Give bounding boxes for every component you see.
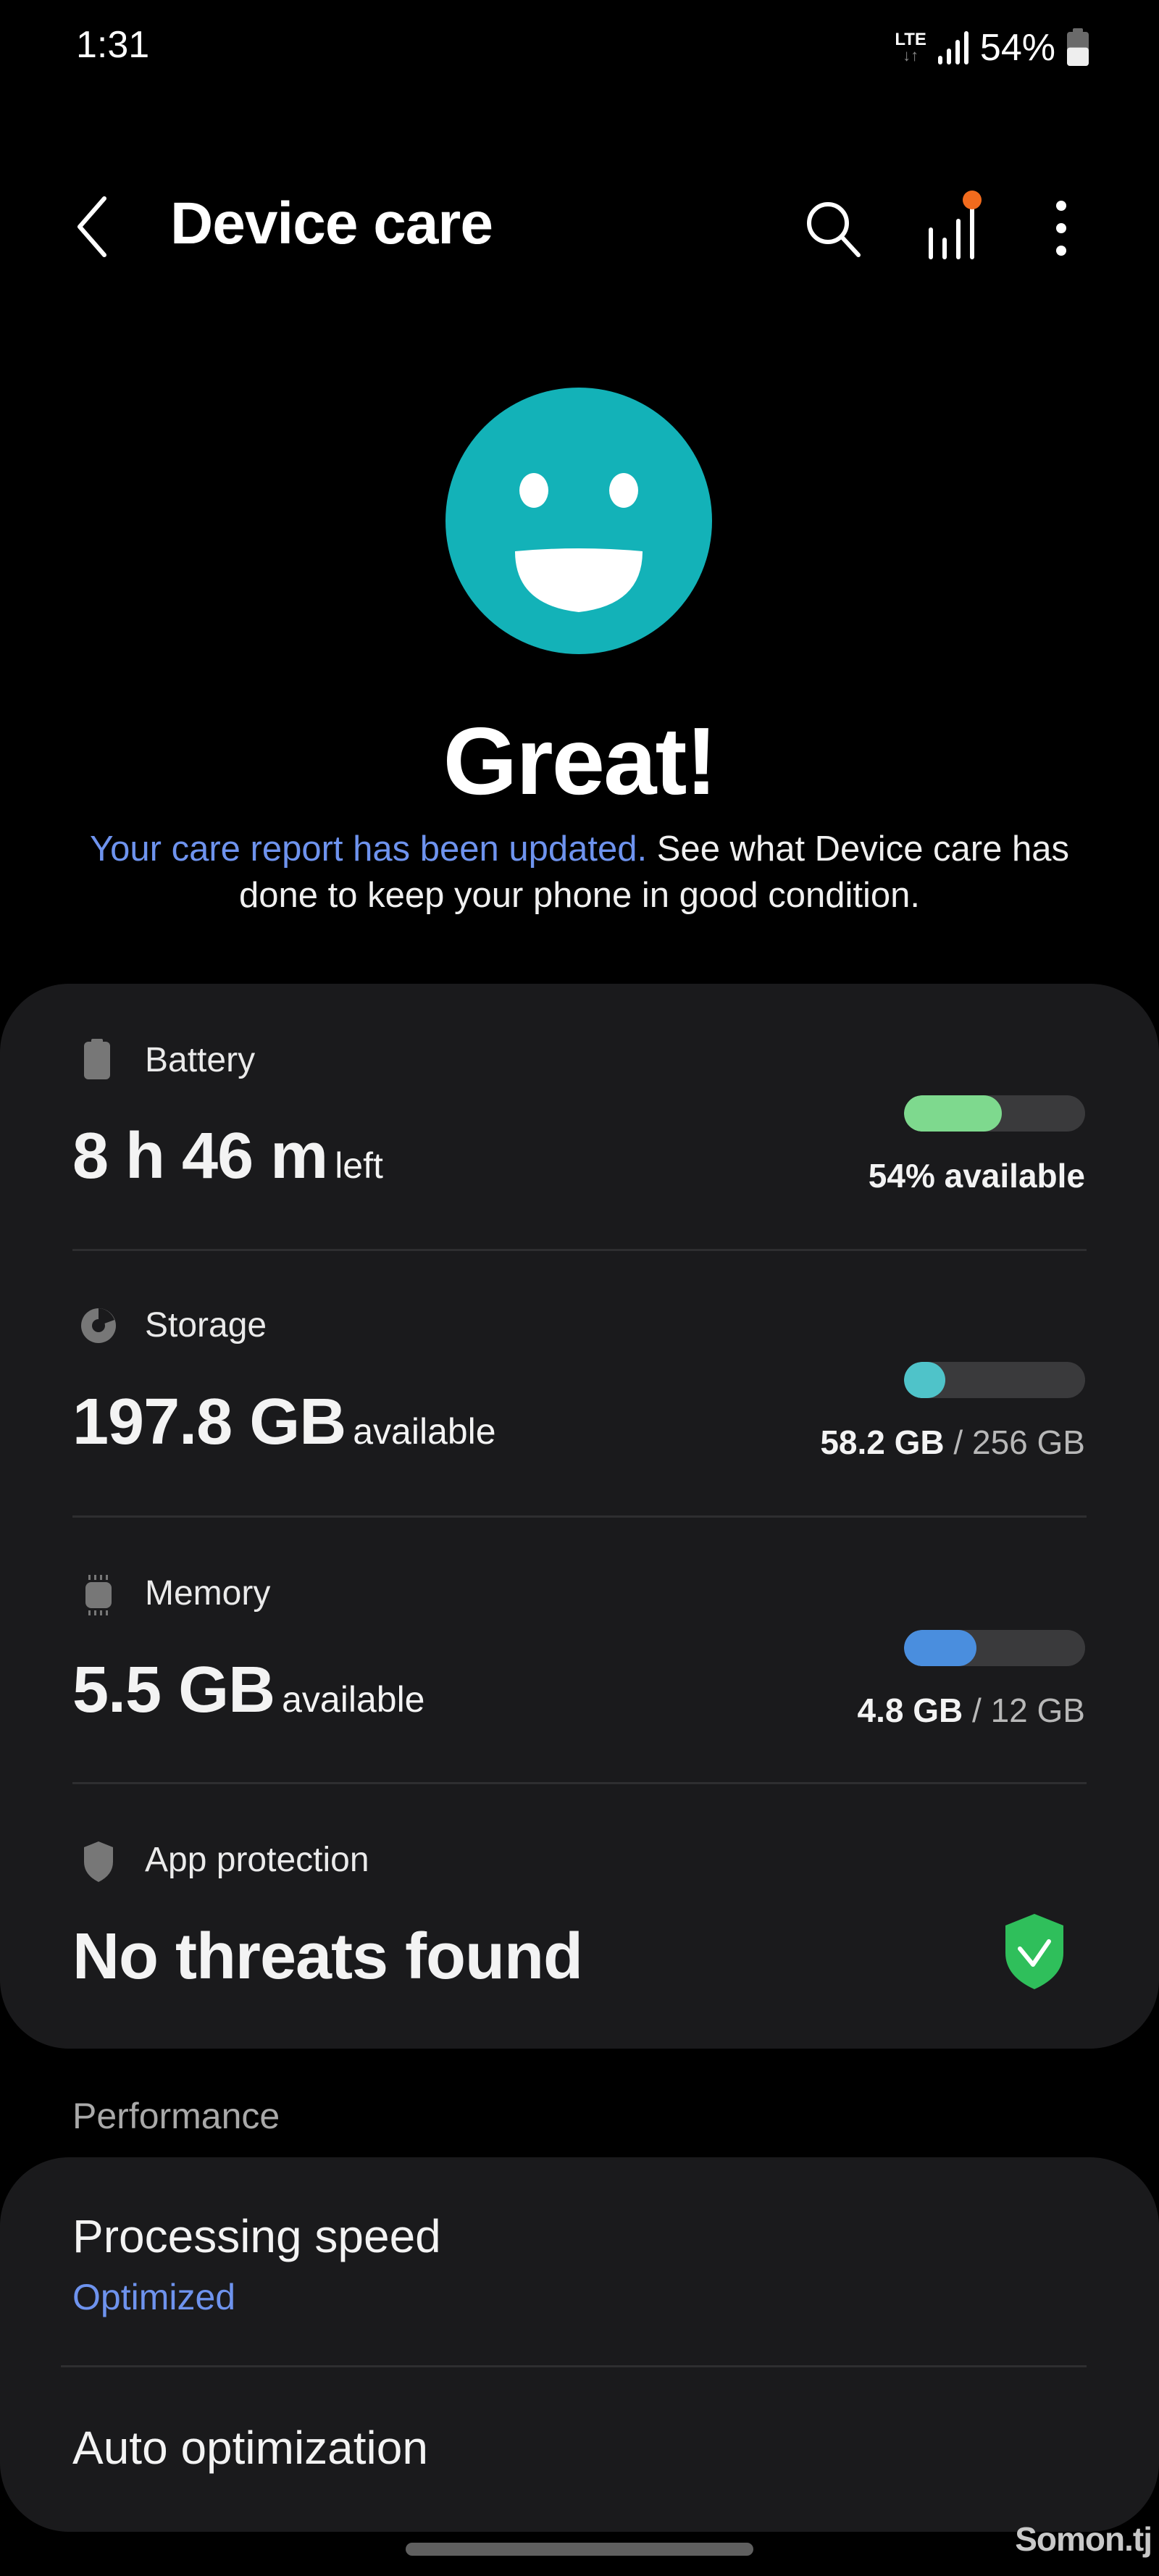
memory-usage-bar (904, 1630, 1085, 1666)
battery-available: 54% available (868, 1157, 1085, 1195)
storage-caption: 58.2 GB / 256 GB (820, 1423, 1085, 1462)
back-chevron-icon[interactable] (72, 194, 116, 259)
battery-unit: left (335, 1145, 383, 1186)
battery-label: Battery (145, 1041, 256, 1079)
battery-percent: 54% (979, 27, 1055, 69)
app-protection-status: No threats found (72, 1920, 583, 1993)
lte-icon: LTE ↓↑ (895, 30, 926, 64)
battery-icon (1067, 28, 1089, 66)
notification-badge (963, 191, 982, 209)
storage-total: 256 GB (972, 1423, 1085, 1461)
memory-usage-fill (904, 1630, 976, 1666)
memory-caption: 4.8 GB / 12 GB (858, 1691, 1086, 1730)
storage-pie-icon (81, 1308, 116, 1343)
page-title: Device care (170, 191, 493, 256)
memory-unit: available (282, 1679, 425, 1720)
more-vertical-icon[interactable] (1043, 196, 1079, 261)
storage-label: Storage (145, 1306, 267, 1345)
divider (72, 1515, 1087, 1518)
divider (61, 2365, 1087, 2367)
storage-value: 197.8 GB (72, 1386, 346, 1458)
signal-icon (937, 31, 968, 64)
care-report-link[interactable]: Your care report has been updated. (90, 829, 647, 869)
battery-level-bar (904, 1095, 1085, 1132)
bar-stats-icon[interactable] (920, 190, 985, 262)
memory-value: 5.5 GB (72, 1654, 275, 1726)
battery-icon (84, 1039, 110, 1079)
memory-total: 12 GB (990, 1691, 1085, 1729)
processing-speed-title: Processing speed (72, 2210, 441, 2262)
memory-available: 5.5 GB available (72, 1653, 425, 1728)
storage-used: 58.2 GB (820, 1423, 945, 1461)
battery-caption: 54% available (869, 1156, 1085, 1195)
watermark: Somon.tj (1015, 2520, 1152, 2558)
status-headline: Great! (443, 708, 718, 814)
auto-optimization-title: Auto optimization (72, 2422, 428, 2474)
status-time: 1:31 (76, 24, 150, 66)
divider (72, 1249, 1087, 1251)
home-gesture-bar[interactable] (406, 2543, 753, 2556)
memory-chip-icon (85, 1575, 112, 1615)
data-arrows-icon: ↓↑ (903, 46, 919, 64)
separator: / (944, 1423, 972, 1461)
battery-value: 8 h 46 m (72, 1120, 328, 1192)
network-type: LTE (895, 30, 926, 49)
search-icon[interactable] (800, 196, 866, 261)
memory-used: 4.8 GB (857, 1691, 963, 1729)
storage-unit: available (353, 1411, 496, 1452)
battery-level-fill (904, 1095, 1002, 1132)
smiley-face-icon (445, 388, 712, 654)
divider (72, 1782, 1087, 1784)
status-icons: LTE ↓↑ 54% (895, 26, 1090, 70)
storage-usage-fill (904, 1362, 945, 1398)
shield-check-icon (1005, 1914, 1063, 1989)
app-protection-label: App protection (145, 1841, 369, 1879)
storage-usage-bar (904, 1362, 1085, 1398)
memory-label: Memory (145, 1574, 271, 1613)
processing-speed-status: Optimized (72, 2277, 236, 2317)
shield-icon (84, 1841, 113, 1882)
battery-time-left: 8 h 46 m left (72, 1119, 383, 1194)
care-report-description: Your care report has been updated. See w… (58, 826, 1101, 919)
storage-available: 197.8 GB available (72, 1385, 496, 1460)
performance-section-title: Performance (72, 2096, 280, 2136)
separator: / (963, 1691, 991, 1729)
